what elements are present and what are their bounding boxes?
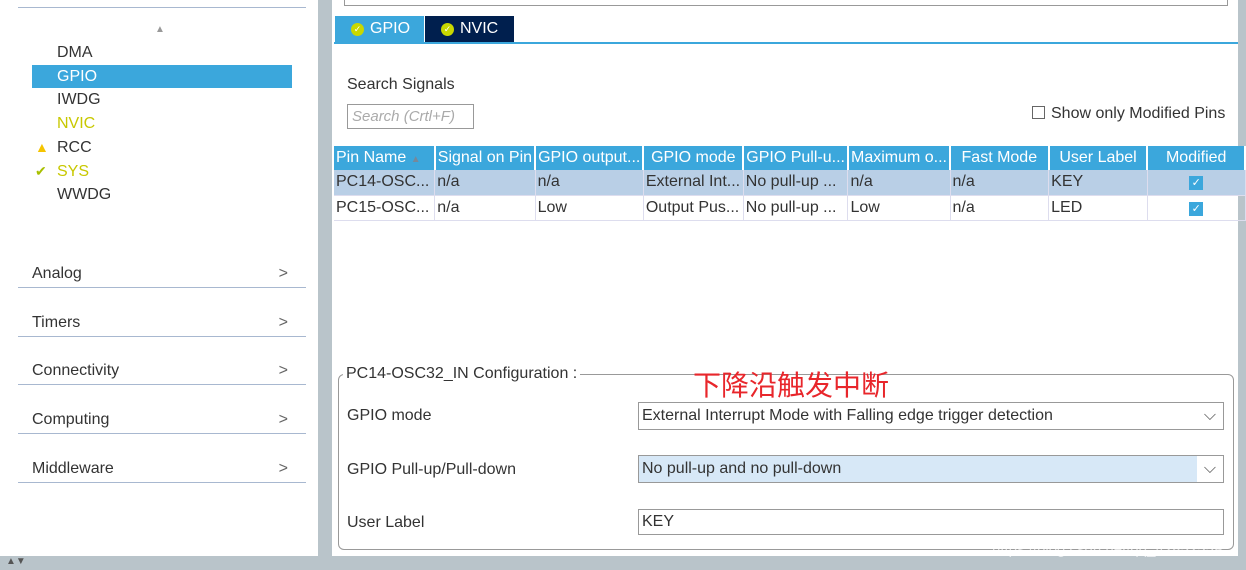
chevron-right-icon: > xyxy=(278,265,288,282)
column-header[interactable]: GPIO Pull-u... xyxy=(743,146,849,170)
sidebar-item-nvic[interactable]: NVIC xyxy=(32,112,292,135)
table-cell: External Int... xyxy=(643,170,744,196)
gpio-mode-label: GPIO mode xyxy=(347,407,432,424)
table-row[interactable]: PC14-OSC... n/a n/a External Int... No pull-… xyxy=(334,170,1246,196)
modified-cell: ✓ xyxy=(1147,195,1246,221)
category-connectivity[interactable]: Connectivity > xyxy=(18,357,306,385)
tab-underline xyxy=(334,42,1238,45)
category-label: Connectivity xyxy=(32,362,120,379)
chevron-right-icon: > xyxy=(278,411,288,428)
tab-nvic[interactable]: ✓ NVIC xyxy=(425,16,514,42)
table-header: Pin Name ▲ Signal on Pin GPIO output... … xyxy=(334,146,1246,170)
table-cell: PC14-OSC... xyxy=(334,170,436,196)
sidebar-item-rcc[interactable]: ▲ RCC xyxy=(32,136,292,159)
table-cell: n/a xyxy=(950,195,1050,221)
pull-label: GPIO Pull-up/Pull-down xyxy=(347,461,516,478)
category-label: Timers xyxy=(32,314,81,331)
sidebar-item-label: SYS xyxy=(57,163,90,180)
category-analog[interactable]: Analog > xyxy=(18,260,306,288)
column-header[interactable]: Signal on Pin xyxy=(434,146,537,170)
table-cell: n/a xyxy=(950,170,1050,196)
table-cell: No pull-up ... xyxy=(743,195,849,221)
checkbox-checked-icon[interactable]: ✓ xyxy=(1189,201,1204,216)
tab-label: GPIO xyxy=(370,20,411,37)
chevron-right-icon: > xyxy=(278,362,288,379)
table-cell: n/a xyxy=(434,195,536,221)
sidebar-item-label: NVIC xyxy=(57,115,96,132)
sidebar-item-label: WWDG xyxy=(57,186,112,203)
table-cell: KEY xyxy=(1048,170,1148,196)
mode-box xyxy=(344,0,1228,6)
chevron-down-icon: ⌵ xyxy=(1197,456,1223,482)
show-modified-checkbox[interactable]: Show only Modified Pins xyxy=(1032,105,1225,123)
chevron-down-icon: ⌵ xyxy=(1197,403,1223,429)
table-cell: n/a xyxy=(434,170,536,196)
sidebar-item-sys[interactable]: ✔ SYS xyxy=(32,160,292,183)
check-icon: ✔ xyxy=(35,163,47,179)
category-middleware[interactable]: Middleware > xyxy=(18,455,306,483)
sidebar-item-dma[interactable]: DMA xyxy=(32,41,292,64)
watermark: https://blog.csdn.net/qq_42852559 xyxy=(992,541,1223,558)
search-input[interactable]: Search (Crtl+F) xyxy=(347,104,474,129)
check-circle-icon: ✓ xyxy=(351,23,364,36)
table-cell: PC15-OSC... xyxy=(334,195,436,221)
sidebar-item-label: DMA xyxy=(57,44,93,61)
checkbox-checked-icon[interactable]: ✓ xyxy=(1189,176,1204,191)
annotation: 下降沿触发中断 xyxy=(693,370,890,401)
table-cell: Output Pus... xyxy=(643,195,744,221)
column-header[interactable]: GPIO mode xyxy=(643,146,745,170)
table-cell: Low xyxy=(535,195,644,221)
chevron-right-icon: > xyxy=(278,314,288,331)
sidebar-item-gpio[interactable]: GPIO xyxy=(32,65,292,88)
category-label: Analog xyxy=(32,265,82,282)
check-circle-icon: ✓ xyxy=(441,23,454,36)
checkbox-icon xyxy=(1032,106,1045,119)
column-header[interactable]: Fast Mode xyxy=(950,146,1050,170)
sort-icon: ▲ xyxy=(410,154,421,165)
divider xyxy=(18,7,306,8)
pin-table: Pin Name ▲ Signal on Pin GPIO output... … xyxy=(334,146,1246,221)
sort-icon[interactable]: ▲ xyxy=(155,24,165,35)
collapse-icon[interactable]: ▲▼ xyxy=(6,556,26,567)
column-header[interactable]: Modified xyxy=(1147,146,1246,170)
column-header[interactable]: GPIO output... xyxy=(535,146,645,170)
table-cell: n/a xyxy=(847,170,951,196)
modified-cell: ✓ xyxy=(1147,170,1246,196)
sidebar-item-label: RCC xyxy=(57,139,92,156)
sidebar-item-wwdg[interactable]: WWDG xyxy=(32,183,292,206)
tab-gpio[interactable]: ✓ GPIO xyxy=(335,16,424,42)
user-label-input[interactable]: KEY xyxy=(638,509,1224,535)
user-label-label: User Label xyxy=(347,514,425,531)
search-label: Search Signals xyxy=(347,76,455,93)
table-cell: LED xyxy=(1048,195,1148,221)
gpio-mode-select[interactable]: External Interrupt Mode with Falling edg… xyxy=(638,402,1224,430)
table-cell: n/a xyxy=(535,170,644,196)
sidebar-item-iwdg[interactable]: IWDG xyxy=(32,88,292,111)
table-cell: Low xyxy=(847,195,951,221)
left-panel: ▲ DMA GPIO IWDG NVIC ▲ RCC ✔ SYS WWDG Anal… xyxy=(0,0,318,556)
chevron-right-icon: > xyxy=(278,460,288,477)
checkbox-label: Show only Modified Pins xyxy=(1051,105,1226,122)
sidebar-item-label: GPIO xyxy=(57,68,98,85)
sidebar-item-label: IWDG xyxy=(57,91,101,108)
table-cell: No pull-up ... xyxy=(743,170,849,196)
category-label: Middleware xyxy=(32,460,114,477)
column-header[interactable]: Pin Name ▲ xyxy=(334,146,436,170)
pull-select[interactable]: No pull-up and no pull-down ⌵ xyxy=(638,455,1224,483)
config-title: PC14-OSC32_IN Configuration : xyxy=(343,365,581,383)
bottom-bar: ▲▼ xyxy=(0,556,1246,570)
column-header[interactable]: Maximum o... xyxy=(847,146,952,170)
select-value: No pull-up and no pull-down xyxy=(642,460,842,477)
warning-icon: ▲ xyxy=(35,139,49,155)
select-value: External Interrupt Mode with Falling edg… xyxy=(642,407,1053,424)
category-timers[interactable]: Timers > xyxy=(18,309,306,337)
tab-label: NVIC xyxy=(460,20,499,37)
category-label: Computing xyxy=(32,411,110,428)
table-row[interactable]: PC15-OSC... n/a Low Output Pus... No pull-up… xyxy=(334,195,1246,221)
category-computing[interactable]: Computing > xyxy=(18,406,306,434)
column-header[interactable]: User Label xyxy=(1048,146,1149,170)
